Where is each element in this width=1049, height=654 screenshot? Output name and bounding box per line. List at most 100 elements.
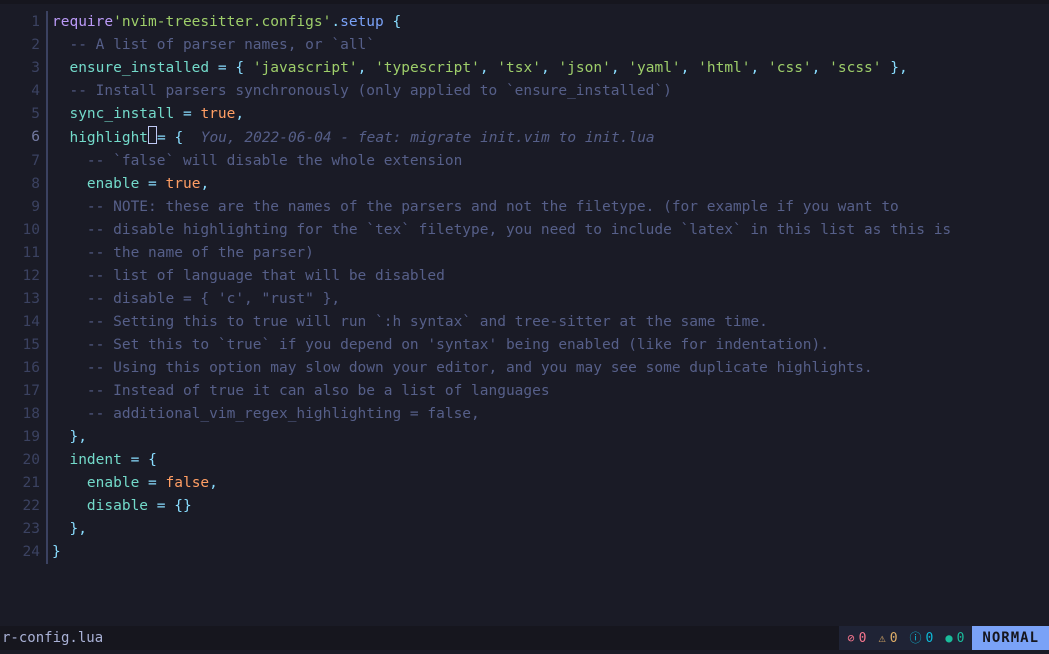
code-line[interactable]: 1 require'nvim-treesitter.configs'.setup … [0,11,1049,34]
line-content[interactable]: highlight= { You, 2022-06-04 - feat: mig… [52,126,655,150]
line-number: 22 [0,495,46,518]
code-line[interactable]: 4 -- Install parsers synchronously (only… [0,80,1049,103]
diag-warnings: ⚠0 [878,627,897,650]
diag-hints: ●0 [945,627,964,650]
diag-info: ⓘ0 [910,627,934,650]
line-content[interactable]: -- NOTE: these are the names of the pars… [52,196,899,219]
line-content[interactable]: -- additional_vim_regex_highlighting = f… [52,403,480,426]
gutter-bar [46,150,48,173]
line-content[interactable]: require'nvim-treesitter.configs'.setup { [52,11,401,34]
code-line[interactable]: 20 indent = { [0,449,1049,472]
code-line[interactable]: 5 sync_install = true, [0,103,1049,126]
gutter-bar [46,334,48,357]
code-line[interactable]: 19 }, [0,426,1049,449]
gutter-bar [46,380,48,403]
statusline: r-config.lua ⊘0 ⚠0 ⓘ0 ●0 NORMAL [0,626,1049,650]
status-mode: NORMAL [972,626,1049,650]
line-number: 23 [0,518,46,541]
line-number: 2 [0,34,46,57]
line-content[interactable]: -- Set this to `true` if you depend on '… [52,334,829,357]
code-area[interactable]: 1 require'nvim-treesitter.configs'.setup … [0,4,1049,654]
gutter-bar [46,196,48,219]
gutter-bar [46,57,48,80]
line-content[interactable]: enable = false, [52,472,218,495]
gutter-bar [46,403,48,426]
error-icon: ⊘ [847,627,854,650]
code-line[interactable]: 24} [0,541,1049,564]
line-content[interactable]: -- `false` will disable the whole extens… [52,150,462,173]
gutter-bar [46,103,48,126]
gutter-bar [46,34,48,57]
line-number: 12 [0,265,46,288]
gutter-bar [46,357,48,380]
diag-errors: ⊘0 [847,627,866,650]
code-line[interactable]: 18 -- additional_vim_regex_highlighting … [0,403,1049,426]
line-number: 5 [0,103,46,126]
editor[interactable]: 1 require'nvim-treesitter.configs'.setup … [0,0,1049,654]
line-number: 1 [0,11,46,34]
gutter-bar [46,495,48,518]
line-content[interactable]: }, [52,426,87,449]
status-diagnostics: ⊘0 ⚠0 ⓘ0 ●0 [839,626,972,650]
line-content[interactable]: ensure_installed = { 'javascript', 'type… [52,57,908,80]
code-line[interactable]: 7 -- `false` will disable the whole exte… [0,150,1049,173]
line-content[interactable]: sync_install = true, [52,103,244,126]
code-line[interactable]: 17 -- Instead of true it can also be a l… [0,380,1049,403]
line-number: 21 [0,472,46,495]
line-content[interactable]: disable = {} [52,495,192,518]
warning-icon: ⚠ [878,627,885,650]
line-content[interactable]: -- A list of parser names, or `all` [52,34,375,57]
line-number: 11 [0,242,46,265]
gutter-bar [46,219,48,242]
code-line[interactable]: 21 enable = false, [0,472,1049,495]
line-content[interactable]: -- list of language that will be disable… [52,265,445,288]
line-number: 7 [0,150,46,173]
line-content[interactable]: -- disable = { 'c', "rust" }, [52,288,340,311]
code-line[interactable]: 16 -- Using this option may slow down yo… [0,357,1049,380]
line-content[interactable]: }, [52,518,87,541]
line-content[interactable]: -- the name of the parser) [52,242,314,265]
line-number: 3 [0,57,46,80]
code-line[interactable]: 23 }, [0,518,1049,541]
line-content[interactable]: enable = true, [52,173,209,196]
line-number: 18 [0,403,46,426]
code-line[interactable]: 14 -- Setting this to true will run `:h … [0,311,1049,334]
code-line[interactable]: 15 -- Set this to `true` if you depend o… [0,334,1049,357]
line-content[interactable]: } [52,541,61,564]
gutter-bar [46,518,48,541]
line-number: 17 [0,380,46,403]
code-line[interactable]: 10 -- disable highlighting for the `tex`… [0,219,1049,242]
line-number: 10 [0,219,46,242]
line-content[interactable]: -- disable highlighting for the `tex` fi… [52,219,951,242]
gutter-bar [46,80,48,103]
line-number: 20 [0,449,46,472]
hint-icon: ● [945,627,952,650]
line-content[interactable]: -- Install parsers synchronously (only a… [52,80,672,103]
status-filename: r-config.lua [0,627,839,650]
gutter-bar [46,541,48,564]
gutter-bar [46,449,48,472]
code-line[interactable]: 6 highlight= { You, 2022-06-04 - feat: m… [0,126,1049,150]
code-line[interactable]: 11 -- the name of the parser) [0,242,1049,265]
code-line[interactable]: 9 -- NOTE: these are the names of the pa… [0,196,1049,219]
line-number: 13 [0,288,46,311]
code-line[interactable]: 13 -- disable = { 'c', "rust" }, [0,288,1049,311]
gutter-bar [46,126,48,150]
line-content[interactable]: -- Setting this to true will run `:h syn… [52,311,768,334]
code-line[interactable]: 22 disable = {} [0,495,1049,518]
code-line[interactable]: 3 ensure_installed = { 'javascript', 'ty… [0,57,1049,80]
code-line[interactable]: 8 enable = true, [0,173,1049,196]
line-content[interactable]: -- Using this option may slow down your … [52,357,873,380]
line-content[interactable]: indent = { [52,449,157,472]
line-number: 14 [0,311,46,334]
gutter-bar [46,173,48,196]
gutter-bar [46,311,48,334]
code-line[interactable]: 2 -- A list of parser names, or `all` [0,34,1049,57]
gutter-bar [46,426,48,449]
line-content[interactable]: -- Instead of true it can also be a list… [52,380,550,403]
line-number: 15 [0,334,46,357]
line-number: 16 [0,357,46,380]
gutter-bar [46,288,48,311]
code-line[interactable]: 12 -- list of language that will be disa… [0,265,1049,288]
line-number: 24 [0,541,46,564]
